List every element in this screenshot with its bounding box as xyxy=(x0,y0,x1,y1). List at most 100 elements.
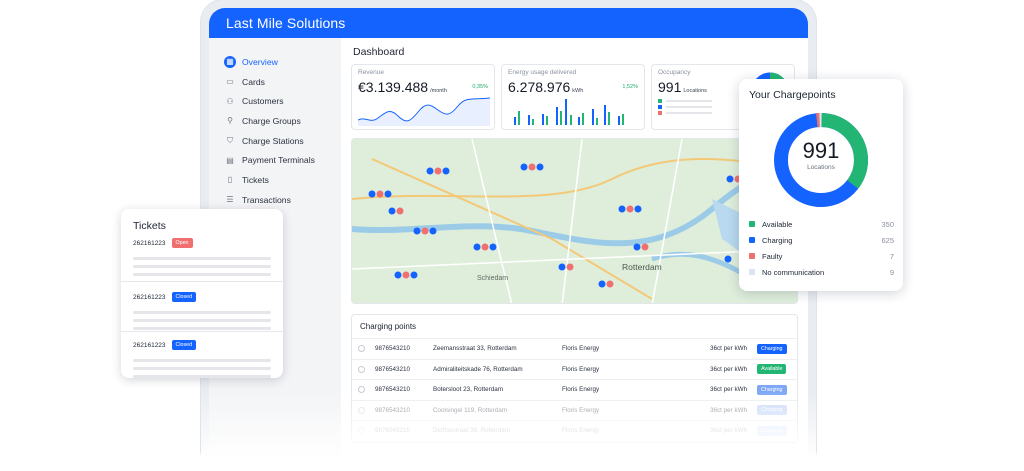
legend-charging: Charging 625 xyxy=(739,232,903,248)
legend-count: 7 xyxy=(889,251,894,261)
energy-bar-chart xyxy=(514,99,624,125)
legend-swatch xyxy=(749,221,755,227)
row-checkbox[interactable] xyxy=(358,345,365,353)
row-address: Coolsingel 119, Rotterdam xyxy=(433,406,508,414)
row-address: Admiraliteitskade 76, Rotterdam xyxy=(433,365,523,373)
occupancy-value: 991 xyxy=(658,79,682,95)
revenue-card[interactable]: Revenue €3.139.488/month 0,35% xyxy=(351,64,495,130)
ticket-header: 262161223 Open xyxy=(133,238,271,248)
placeholder-line xyxy=(133,257,271,260)
terminal-icon: ▤ xyxy=(226,155,234,165)
tickets-title: Tickets xyxy=(133,220,166,232)
chargepoints-donut: 991 Locations xyxy=(771,110,871,210)
row-price: 36ct per kWh xyxy=(710,427,748,435)
sidebar-item-label: Tickets xyxy=(242,174,269,185)
legend-swatch xyxy=(749,237,755,243)
sidebar-item-charge-stations[interactable]: ⛉ Charge Stations xyxy=(224,131,341,151)
chargepoints-total: 991 xyxy=(802,138,840,163)
row-checkbox[interactable] xyxy=(358,406,365,414)
chargepoints-total-label: Locations xyxy=(807,164,835,171)
sidebar-item-label: Transactions xyxy=(242,194,291,205)
revenue-value: €3.139.488 xyxy=(358,79,429,95)
table-row[interactable]: 9876543210 Delftsestraat 38, Rotterdam F… xyxy=(352,421,797,442)
legend-faulty: Faulty 7 xyxy=(739,248,903,264)
sidebar-item-cards[interactable]: ▭ Cards xyxy=(224,72,341,92)
device-frame: Last Mile Solutions ▦ Overview ▭ Cards ⚇ Cu… xyxy=(201,0,816,471)
map-label-rotterdam: Rotterdam xyxy=(622,262,662,272)
placeholder-line xyxy=(133,265,271,268)
row-checkbox[interactable] xyxy=(358,365,365,373)
row-id: 9876543210 xyxy=(375,345,411,353)
chargepoints-panel: Your Chargepoints 991 Locations Availabl… xyxy=(739,79,903,291)
status-badge: Available xyxy=(757,364,787,375)
legend-label: Charging xyxy=(762,235,793,245)
ticket-status-badge: Open xyxy=(171,238,193,248)
row-price: 36ct per kWh xyxy=(710,365,748,373)
row-price: 36ct per kWh xyxy=(710,345,748,353)
users-icon: ⚇ xyxy=(226,96,234,106)
revenue-value-row: €3.139.488/month xyxy=(358,79,488,95)
energy-value-row: 6.278.976 kWh xyxy=(508,79,638,95)
energy-value: 6.278.976 xyxy=(508,79,571,95)
occupancy-unit: Locations xyxy=(683,88,707,94)
sidebar-item-charge-groups[interactable]: ⚲ Charge Groups xyxy=(224,111,341,131)
revenue-unit: /month xyxy=(430,88,447,94)
sidebar-item-label: Charge Groups xyxy=(242,115,301,126)
sidebar-item-customers[interactable]: ⚇ Customers xyxy=(224,91,341,111)
row-checkbox[interactable] xyxy=(358,386,365,394)
sidebar-item-transactions[interactable]: ☰ Transactions xyxy=(224,190,341,210)
legend-count: 9 xyxy=(889,267,894,277)
sidebar-item-tickets[interactable]: ▯ Tickets xyxy=(224,170,341,190)
ticket-status-badge: Closed xyxy=(171,292,197,302)
table-row[interactable]: 9876543210 Coolsingel 119, Rotterdam Flo… xyxy=(352,401,797,421)
sidebar-item-label: Cards xyxy=(242,76,265,87)
charging-map[interactable]: Schiedam Rotterdam xyxy=(351,138,798,304)
placeholder-line xyxy=(133,311,271,314)
table-row[interactable]: 9876543210 Zeemansstraat 33, Rotterdam F… xyxy=(352,339,797,360)
app-header: Last Mile Solutions xyxy=(209,8,808,38)
ticket-item[interactable]: 262161223 Closed xyxy=(121,332,283,378)
list-icon: ☰ xyxy=(226,195,234,205)
legend-available: Available 350 xyxy=(739,216,903,232)
row-company: Floris Energy xyxy=(562,427,600,435)
ticket-item[interactable]: 262161223 Closed xyxy=(121,282,283,332)
tickets-panel: Tickets 262161223 Open 262161223 Closed 26… xyxy=(121,209,283,378)
legend-label: Available xyxy=(762,219,793,229)
legend-label: No communication xyxy=(762,267,825,277)
station-icon: ⛉ xyxy=(227,135,233,145)
page-title: Dashboard xyxy=(353,46,405,58)
row-company: Floris Energy xyxy=(562,345,600,353)
table-title: Charging points xyxy=(352,315,797,339)
placeholder-line xyxy=(133,327,271,330)
ticket-id: 262161223 xyxy=(133,239,166,247)
table-row[interactable]: 9876543210 Botersloot 23, Rotterdam Flor… xyxy=(352,380,797,401)
table-row[interactable]: 9876543210 Admiraliteitskade 76, Rotterd… xyxy=(352,360,797,380)
group-icon: ⚲ xyxy=(227,116,233,126)
row-id: 9876543210 xyxy=(375,386,411,394)
map-canvas: Schiedam Rotterdam xyxy=(352,139,797,303)
ticket-header: 262161223 Closed xyxy=(133,340,271,350)
legend-count: 625 xyxy=(881,235,894,245)
row-address: Zeemansstraat 33, Rotterdam xyxy=(433,345,517,353)
app-screen: Last Mile Solutions ▦ Overview ▭ Cards ⚇ Cu… xyxy=(209,8,808,471)
map-label-schiedam: Schiedam xyxy=(477,275,508,282)
chargepoints-title: Your Chargepoints xyxy=(749,89,836,101)
placeholder-line xyxy=(133,273,271,276)
status-badge: Charging xyxy=(757,425,787,436)
energy-card[interactable]: Energy usage delivered 6.278.976 kWh 1,52… xyxy=(501,64,645,130)
ticket-item[interactable]: 262161223 Open xyxy=(121,232,283,282)
sidebar-item-payment-terminals[interactable]: ▤ Payment Terminals xyxy=(224,150,341,170)
energy-delta: 1,52% xyxy=(622,84,638,90)
row-price: 36ct per kWh xyxy=(710,406,748,414)
status-badge: Charging xyxy=(757,405,787,416)
ticket-id: 262161223 xyxy=(133,341,166,349)
sidebar-item-label: Customers xyxy=(242,96,284,107)
charging-points-table: Charging points 9876543210 Zeemansstraat… xyxy=(351,314,798,443)
kpi-cards: Revenue €3.139.488/month 0,35% Energy us… xyxy=(351,64,798,130)
energy-label: Energy usage delivered xyxy=(508,69,577,76)
sidebar-item-overview[interactable]: ▦ Overview xyxy=(224,52,341,72)
placeholder-line xyxy=(133,375,271,378)
main-content: Dashboard Revenue €3.139.488/month 0,35%… xyxy=(341,38,808,471)
row-checkbox[interactable] xyxy=(358,427,365,435)
row-id: 9876543210 xyxy=(375,365,411,373)
